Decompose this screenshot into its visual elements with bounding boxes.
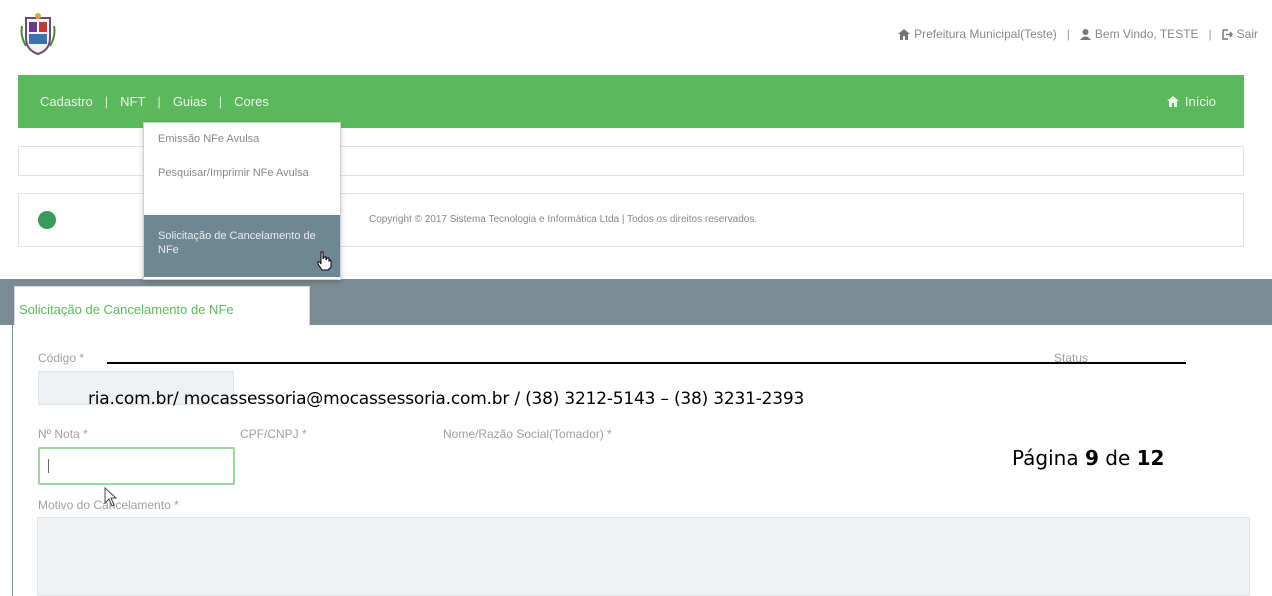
dropdown-item-label: Pesquisar/Imprimir NFe Avulsa (158, 167, 309, 179)
municipal-logo[interactable] (20, 12, 56, 56)
logout-label: Sair (1236, 27, 1258, 41)
nav-item-cores[interactable]: Cores (234, 94, 269, 109)
nota-input[interactable] (38, 447, 235, 485)
nav-separator: | (218, 94, 223, 109)
panel-border (12, 325, 13, 596)
separator: | (1208, 27, 1212, 41)
prefeitura-link[interactable]: Prefeitura Municipal(Teste) (898, 27, 1057, 41)
document-contact-line: ria.com.br/ mocassessoria@mocassessoria.… (88, 389, 805, 409)
nav-item-cadastro[interactable]: Cadastro (40, 94, 93, 109)
top-user-bar: Prefeitura Municipal(Teste) | Bem Vindo,… (898, 27, 1258, 41)
user-icon (1079, 28, 1091, 40)
cpf-cnpj-label: CPF/CNPJ * (240, 427, 307, 441)
sign-out-icon (1221, 28, 1233, 40)
separator: | (1066, 27, 1070, 41)
page-current: 9 (1084, 446, 1099, 470)
page-number: Página 9 de 12 (1012, 446, 1164, 470)
nav-separator: | (157, 94, 161, 109)
nota-label: Nº Nota * (38, 427, 88, 441)
status-dot-icon (38, 211, 56, 229)
page-prefix: Página (1012, 446, 1079, 470)
tab-solicitacao-cancelamento[interactable]: Solicitação de Cancelamento de NFe (14, 286, 310, 326)
nav-home-link[interactable]: Início (1166, 94, 1216, 109)
home-icon (898, 28, 911, 40)
nav-item-guias[interactable]: Guias (173, 94, 207, 109)
copyright-text: Copyright © 2017 Sistema Tecnologia e In… (369, 214, 758, 225)
codigo-label: Código * (38, 351, 85, 365)
home-label: Início (1184, 94, 1216, 109)
page-mid: de (1105, 446, 1131, 470)
nome-razao-social-label: Nome/Razão Social(Tomador) * (443, 427, 612, 441)
welcome-label: Bem Vindo, TESTE (1094, 27, 1199, 41)
main-navbar: Cadastro | NFT | Guias | Cores Início (18, 75, 1244, 128)
tab-label: Solicitação de Cancelamento de NFe (19, 302, 234, 317)
dropdown-item-label: Emissão NFe Avulsa (158, 133, 260, 145)
home-icon (1166, 96, 1179, 107)
user-welcome[interactable]: Bem Vindo, TESTE (1079, 27, 1199, 41)
dropdown-item-emissao[interactable]: Emissão NFe Avulsa (144, 133, 340, 163)
text-caret (48, 459, 49, 473)
logout-link[interactable]: Sair (1221, 27, 1258, 41)
hand-cursor-icon (317, 251, 332, 271)
nft-dropdown-menu: Emissão NFe Avulsa Pesquisar/Imprimir NF… (143, 122, 341, 280)
dropdown-item-label: Solicitação de Cancelamento de NFe (158, 230, 316, 256)
nav-separator: | (104, 94, 109, 109)
dropdown-item-pesquisar[interactable]: Pesquisar/Imprimir NFe Avulsa (144, 167, 340, 207)
document-header-rule (107, 362, 1186, 364)
dropdown-item-solicitacao-cancelamento[interactable]: Solicitação de Cancelamento de NFe (144, 215, 340, 277)
prefeitura-label: Prefeitura Municipal(Teste) (914, 27, 1057, 41)
page-total: 12 (1136, 446, 1165, 470)
arrow-cursor-icon (104, 487, 118, 507)
nav-item-nft[interactable]: NFT (120, 94, 145, 109)
motivo-textarea[interactable] (37, 517, 1250, 596)
